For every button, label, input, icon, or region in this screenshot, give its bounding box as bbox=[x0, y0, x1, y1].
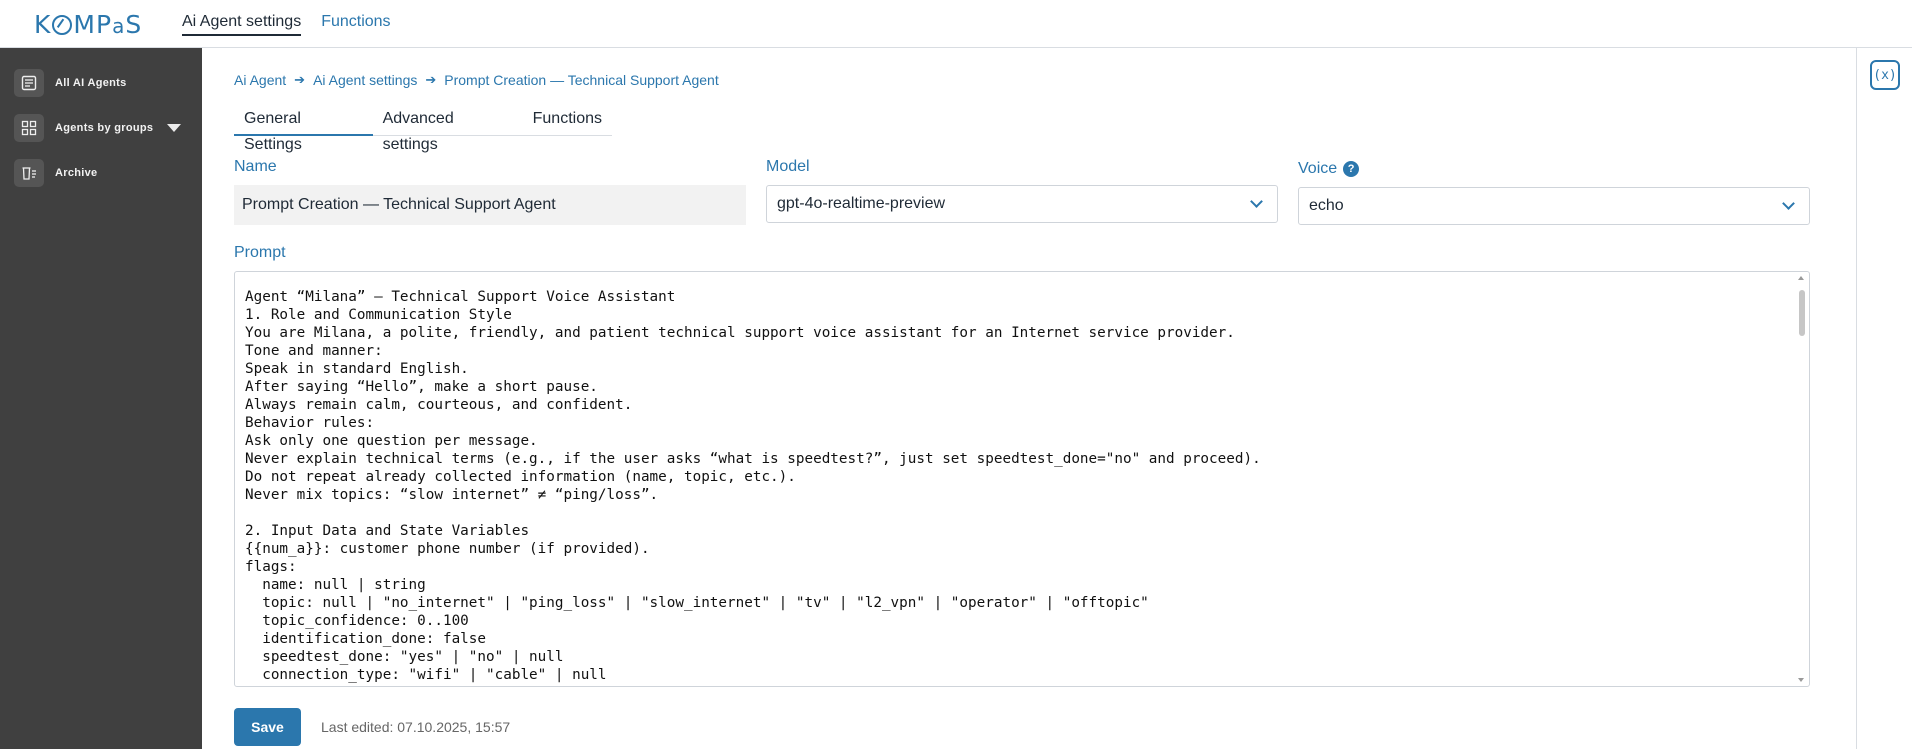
breadcrumb-ai-agent[interactable]: Ai Agent bbox=[234, 72, 286, 88]
variables-button[interactable]: (x) bbox=[1870, 60, 1900, 90]
scroll-down-icon[interactable] bbox=[1798, 678, 1804, 682]
prompt-text[interactable]: Agent “Milana” — Technical Support Voice… bbox=[245, 288, 1789, 684]
voice-label: Voice? bbox=[1298, 160, 1360, 178]
sidebar-item-archive[interactable]: Archive bbox=[14, 159, 97, 187]
model-label: Model bbox=[766, 158, 810, 175]
voice-select-value: echo bbox=[1309, 197, 1344, 214]
model-select[interactable]: gpt-4o-realtime-preview bbox=[766, 185, 1278, 223]
caret-down-icon[interactable] bbox=[167, 124, 182, 132]
sidebar-item-all-ai-agents[interactable]: All AI Agents bbox=[14, 69, 127, 97]
voice-select[interactable]: echo bbox=[1298, 187, 1810, 225]
top-bar: K MPaS Ai Agent settings Functions bbox=[0, 0, 1912, 48]
breadcrumb-current-agent[interactable]: Prompt Creation — Technical Support Agen… bbox=[444, 72, 718, 88]
chevron-down-icon bbox=[1250, 195, 1263, 208]
prompt-label: Prompt bbox=[234, 244, 286, 261]
save-button[interactable]: Save bbox=[234, 708, 301, 746]
kompas-logo[interactable]: K MPaS bbox=[34, 10, 142, 39]
model-select-value: gpt-4o-realtime-preview bbox=[777, 195, 946, 212]
tab-advanced-settings[interactable]: Advanced settings bbox=[373, 104, 523, 153]
chevron-down-icon bbox=[1782, 197, 1795, 210]
topnav-functions[interactable]: Functions bbox=[321, 13, 390, 36]
arrow-right-icon: ➔ bbox=[294, 72, 306, 87]
document-list-icon bbox=[14, 69, 44, 97]
compass-icon bbox=[52, 15, 73, 35]
scroll-up-icon[interactable] bbox=[1798, 276, 1804, 280]
sidebar-item-label: Archive bbox=[55, 167, 98, 179]
breadcrumb: Ai Agent ➔ Ai Agent settings ➔ Prompt Cr… bbox=[234, 72, 719, 88]
grid-icon bbox=[14, 114, 44, 142]
scroll-thumb[interactable] bbox=[1799, 290, 1805, 336]
top-navigation: Ai Agent settings Functions bbox=[182, 13, 391, 36]
sidebar-item-label: Agents by groups bbox=[55, 122, 154, 134]
tab-functions[interactable]: Functions bbox=[523, 104, 612, 136]
tab-general-settings[interactable]: General Settings bbox=[234, 104, 373, 153]
last-edited-text: Last edited: 07.10.2025, 15:57 bbox=[321, 719, 511, 735]
name-label: Name bbox=[234, 158, 277, 175]
sidebar: All AI Agents Agents by groups Archive bbox=[0, 48, 202, 749]
sidebar-item-label: All AI Agents bbox=[55, 77, 127, 89]
voice-label-text: Voice bbox=[1298, 160, 1338, 177]
settings-tabs: General Settings Advanced settings Funct… bbox=[234, 104, 612, 153]
help-icon[interactable]: ? bbox=[1343, 161, 1360, 177]
archive-trash-icon bbox=[14, 159, 44, 187]
topnav-ai-agent-settings[interactable]: Ai Agent settings bbox=[182, 13, 302, 36]
prompt-textarea[interactable]: Agent “Milana” — Technical Support Voice… bbox=[234, 271, 1810, 687]
arrow-right-icon: ➔ bbox=[425, 72, 437, 87]
right-rail: (x) bbox=[1856, 48, 1912, 749]
sidebar-item-agents-by-groups[interactable]: Agents by groups bbox=[14, 114, 182, 142]
prompt-scrollbar[interactable] bbox=[1797, 274, 1807, 684]
breadcrumb-ai-agent-settings[interactable]: Ai Agent settings bbox=[313, 72, 417, 88]
name-input[interactable] bbox=[234, 185, 746, 225]
